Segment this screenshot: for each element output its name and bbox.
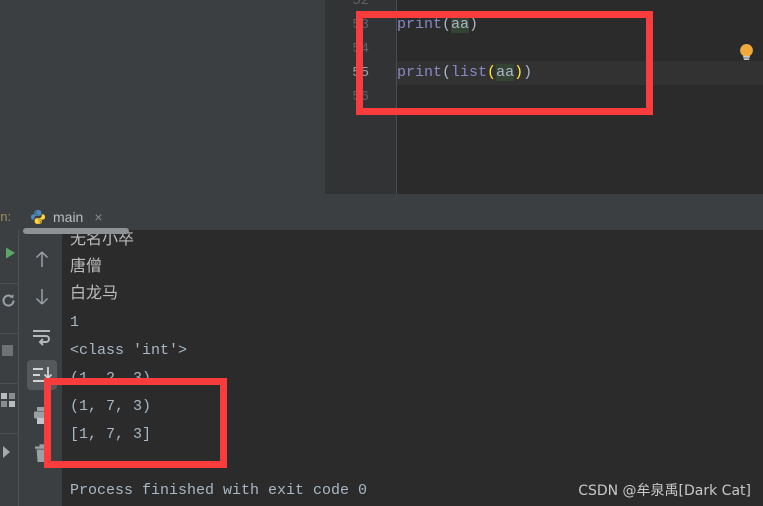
console-line-5: <class 'int'> (70, 342, 188, 359)
scroll-up-button[interactable] (27, 244, 57, 274)
console-line-process-finished: Process finished with exit code 0 (70, 482, 368, 499)
console-line-8: [1, 7, 3] (70, 426, 152, 443)
trash-icon (35, 443, 49, 462)
token-print: print (397, 64, 443, 81)
soft-wrap-icon (33, 330, 50, 346)
run-tool-window: un: main × (0, 202, 763, 506)
console-horizontal-scrollbar[interactable] (23, 228, 129, 234)
console-line-3: 白龙马 (70, 283, 119, 302)
token-paren-open: ( (442, 64, 452, 81)
chevron-right-icon[interactable] (2, 445, 15, 459)
ide-window: 52 53 54 55 56 print(aa) print(list(aa)) (0, 0, 763, 506)
run-window-label: un: (0, 209, 12, 224)
line-number-54: 54 (352, 41, 369, 57)
close-icon[interactable]: × (94, 210, 102, 224)
line-number-56: 56 (352, 89, 369, 105)
left-tool-panel (0, 0, 325, 194)
restart-arrow-icon[interactable] (1, 293, 16, 308)
editor-region: 52 53 54 55 56 print(aa) print(list(aa)) (0, 0, 763, 202)
token-identifier-aa: aa (496, 64, 515, 81)
left-tool-panel-footer (0, 194, 325, 202)
code-line-55[interactable]: print(list(aa)) (397, 61, 532, 85)
token-list: list (451, 64, 488, 81)
console-toolbar (21, 230, 62, 506)
stop-square-icon[interactable] (2, 345, 13, 356)
token-paren-close-matched: ) (514, 64, 524, 81)
printer-icon (34, 406, 50, 424)
console-output[interactable]: 无名小卒 唐僧 白龙马 1 <class 'int'> (1, 2, 3) (1… (62, 230, 763, 506)
editor-gutter[interactable]: 52 53 54 55 56 (325, 0, 396, 194)
scroll-to-end-button[interactable] (27, 360, 57, 390)
editor-bottom-band (325, 194, 763, 202)
soft-wrap-button[interactable] (27, 322, 57, 352)
console-line-4: 1 (70, 314, 80, 331)
line-number-53: 53 (352, 17, 369, 33)
line-number-55: 55 (352, 65, 369, 81)
console-line-6: (1, 2, 3) (70, 370, 152, 387)
token-paren-open: ( (442, 16, 452, 33)
run-tab-main[interactable]: main × (30, 206, 103, 228)
run-tab-title: main (53, 209, 84, 225)
arrow-down-icon (35, 289, 49, 305)
token-print: print (397, 16, 443, 33)
print-button[interactable] (27, 400, 57, 430)
scroll-down-button[interactable] (27, 282, 57, 312)
run-side-toolbar (0, 230, 17, 506)
token-paren-close: ) (523, 64, 533, 81)
token-paren-open-matched: ( (487, 64, 497, 81)
code-editor[interactable]: 52 53 54 55 56 print(aa) print(list(aa)) (325, 0, 763, 194)
token-identifier-aa: aa (451, 16, 470, 33)
run-tool-window-header: un: main × (0, 202, 763, 230)
scroll-to-end-icon (33, 367, 52, 382)
code-folding-strip[interactable] (377, 0, 396, 194)
arrow-up-icon (35, 251, 49, 267)
layout-squares-icon[interactable] (1, 393, 15, 407)
console-line-2: 唐僧 (70, 256, 103, 275)
console-line-7: (1, 7, 3) (70, 398, 152, 415)
clear-all-button[interactable] (27, 438, 57, 468)
watermark: CSDN @牟泉禹[Dark Cat] (578, 483, 751, 499)
lightbulb-intention-icon[interactable] (738, 43, 755, 62)
code-line-53[interactable]: print(aa) (397, 13, 478, 37)
python-file-icon (30, 209, 46, 225)
run-green-triangle-icon[interactable] (3, 246, 17, 260)
token-paren-close: ) (469, 16, 479, 33)
line-number-52: 52 (352, 0, 369, 9)
toolbar-divider (18, 230, 19, 506)
